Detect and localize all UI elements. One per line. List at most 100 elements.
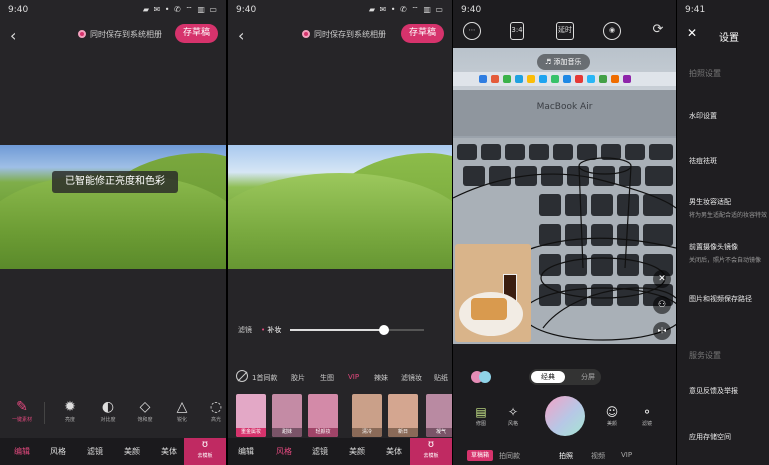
filter-category-tabs: 1首同款 胶片 生图 VIP 辣妹 滤镜妆 贴纸 xyxy=(228,370,452,384)
status-bar: 9:40 xyxy=(453,0,676,20)
editor-bottom-nav: 编辑 风格 滤镜 美颜 美体 ʊ 去模板 xyxy=(0,438,226,465)
tab-beauty[interactable]: 美颜 xyxy=(349,446,365,457)
filter-thumb[interactable]: 清冷 xyxy=(352,394,382,437)
filter-tab[interactable]: 辣妹 xyxy=(374,373,388,383)
tab-body[interactable]: 美体 xyxy=(161,446,177,457)
face-icon: ☺ xyxy=(605,405,619,419)
settings-row-feedback[interactable]: 意见反馈及举报 xyxy=(689,386,738,396)
pip-photo[interactable] xyxy=(455,244,531,342)
filter-tab[interactable]: 胶片 xyxy=(291,373,305,383)
tool-brightness[interactable]: ✹ 亮度 xyxy=(52,398,88,423)
add-music-button[interactable]: ♬ 添加音乐 xyxy=(537,54,590,70)
filter-tab[interactable]: 贴纸 xyxy=(434,373,448,383)
radio-icon xyxy=(78,30,86,38)
filter-thumb[interactable]: 甜妹 xyxy=(272,394,302,437)
tab-body[interactable]: 美体 xyxy=(386,446,402,457)
template-icon: ʊ xyxy=(427,439,435,450)
status-icons: ▰ ✉ • ✆ ⌔ ▥ ▭ xyxy=(142,5,218,14)
ratio-icon[interactable]: 3:4 xyxy=(510,22,524,40)
close-icon[interactable]: ✕ xyxy=(687,26,697,40)
mirror-icon[interactable]: ▸|◂ xyxy=(653,322,671,340)
settings-row-storage[interactable]: 应用存储空间 xyxy=(689,432,731,442)
template-icon: ʊ xyxy=(201,439,209,450)
tab-filter[interactable]: 滤镜 xyxy=(312,446,328,457)
status-time: 9:40 xyxy=(461,5,482,15)
portrait-icon[interactable]: ⚇ xyxy=(653,296,671,314)
template-button[interactable]: ʊ 去模板 xyxy=(184,438,226,465)
capture-mode-video[interactable]: 视频 xyxy=(591,451,605,461)
slider-filter-name: • 补妆 xyxy=(261,326,282,334)
mode-split[interactable]: 分屏 xyxy=(581,371,595,383)
mode-toggle[interactable]: 经典 分屏 xyxy=(529,369,601,385)
filter-panel: 9:40 ▰ ✉ • ✆ ⌔ ▥ ▭ ‹ 同时保存到系统相册 存草稿 滤镜 • … xyxy=(228,0,452,465)
filter-icon: ⚬ xyxy=(641,405,653,419)
tab-style[interactable]: 风格 xyxy=(276,446,292,457)
save-draft-button[interactable]: 存草稿 xyxy=(174,24,218,43)
tab-edit[interactable]: 编辑 xyxy=(14,446,30,457)
status-bar: 9:41 xyxy=(677,0,769,20)
filter-thumb[interactable]: 重金属妆 xyxy=(236,394,266,437)
page-title: 设置 xyxy=(719,33,739,44)
settings-row-save-path[interactable]: 图片和视频保存路径 xyxy=(689,294,752,304)
switch-camera-icon[interactable]: ⟳ xyxy=(649,22,667,40)
filter-tab[interactable]: 滤镜妆 xyxy=(401,373,422,383)
save-to-album-label: 同时保存到系统相册 xyxy=(314,30,386,39)
tab-edit[interactable]: 编辑 xyxy=(238,446,254,457)
brightness-icon: ✹ xyxy=(64,399,76,415)
settings-row-front-mirror[interactable]: 前置摄像头镜像 关闭后，照片不会自动镜像 xyxy=(689,242,761,264)
save-to-album-toggle[interactable]: 同时保存到系统相册 xyxy=(78,29,162,40)
capture-mode-vip[interactable]: VIP xyxy=(621,451,632,459)
laptop-brand-text: MacBook Air xyxy=(536,102,593,112)
filter-thumb[interactable]: 凝气 xyxy=(426,394,452,437)
laptop-taskbar xyxy=(453,72,676,86)
timer-icon[interactable]: 延时 xyxy=(556,22,574,40)
more-icon[interactable]: ⋯ xyxy=(463,22,481,40)
flash-icon[interactable]: ◉ xyxy=(603,22,621,40)
settings-row-acne[interactable]: 祛痘祛斑 xyxy=(689,156,717,166)
filter-thumb[interactable]: 轻颜妆 xyxy=(308,394,338,437)
sparkle-icon: ✧ xyxy=(507,405,519,419)
slider-track[interactable] xyxy=(290,325,424,335)
style-button[interactable]: ✧ 风格 xyxy=(499,404,527,427)
section-capture-settings: 拍照设置 xyxy=(689,69,721,78)
filter-tab-vip[interactable]: VIP xyxy=(348,373,359,381)
drafts-button[interactable]: 草稿箱 xyxy=(467,450,494,461)
tool-saturation[interactable]: ◇ 饱和度 xyxy=(127,398,163,423)
slider-handle[interactable] xyxy=(378,325,389,335)
close-overlay-icon[interactable]: ✕ xyxy=(653,270,671,288)
filter-tab[interactable]: 生图 xyxy=(320,373,334,383)
capture-mode-photo[interactable]: 拍照 xyxy=(559,451,573,461)
radio-icon xyxy=(302,30,310,38)
shutter-button[interactable] xyxy=(545,396,585,436)
tool-sharpen[interactable]: △ 锐化 xyxy=(164,398,200,423)
camera-topbar: ⋯ 3:4 延时 ◉ ⟳ xyxy=(453,20,676,46)
settings-row-male-makeup[interactable]: 男生妆容适配 将为男生适配合适的妆容特效 xyxy=(689,197,767,219)
filter-thumb[interactable]: 新日 xyxy=(388,394,418,437)
settings-row-watermark[interactable]: 水印设置 xyxy=(689,111,717,121)
save-to-album-toggle[interactable]: 同时保存到系统相册 xyxy=(302,29,386,40)
filter-button[interactable]: ⚬ 滤镜 xyxy=(633,404,661,427)
settings-panel: 9:41 ✕ 设置 拍照设置 水印设置 祛痘祛斑 男生妆容适配 将为男生适配合适的… xyxy=(677,0,769,465)
contrast-icon: ◐ xyxy=(101,399,115,415)
retouch-button[interactable]: ▤ 修图 xyxy=(467,404,495,427)
tab-beauty[interactable]: 美颜 xyxy=(124,446,140,457)
capture-mode-same[interactable]: 拍同款 xyxy=(499,451,520,461)
filter-thumb-list: 重金属妆 甜妹 轻颜妆 清冷 新日 凝气 xyxy=(236,394,452,438)
camera-viewfinder[interactable]: MacBook Air ♬ 添加音乐 ✕ ⚇ ▸|◂ xyxy=(453,48,676,344)
back-icon[interactable]: ‹ xyxy=(10,26,16,45)
beauty-button[interactable]: ☺ 美颜 xyxy=(598,404,626,427)
tool-one-tap[interactable]: ✎ 一键素材 xyxy=(4,398,40,423)
save-draft-button[interactable]: 存草稿 xyxy=(400,24,444,43)
template-button[interactable]: ʊ 去模板 xyxy=(410,438,452,465)
mode-classic[interactable]: 经典 xyxy=(531,371,565,383)
back-icon[interactable]: ‹ xyxy=(238,26,244,45)
filter-tab[interactable]: 1首同款 xyxy=(252,373,277,383)
tab-filter[interactable]: 滤镜 xyxy=(87,446,103,457)
photo-preview xyxy=(228,145,452,269)
status-time: 9:41 xyxy=(685,5,706,15)
sharpen-icon: △ xyxy=(176,399,188,415)
tool-highlight[interactable]: ◌ 高光 xyxy=(198,398,226,423)
tool-contrast[interactable]: ◐ 对比度 xyxy=(90,398,126,423)
avatar-group[interactable] xyxy=(471,371,493,383)
tab-style[interactable]: 风格 xyxy=(50,446,66,457)
